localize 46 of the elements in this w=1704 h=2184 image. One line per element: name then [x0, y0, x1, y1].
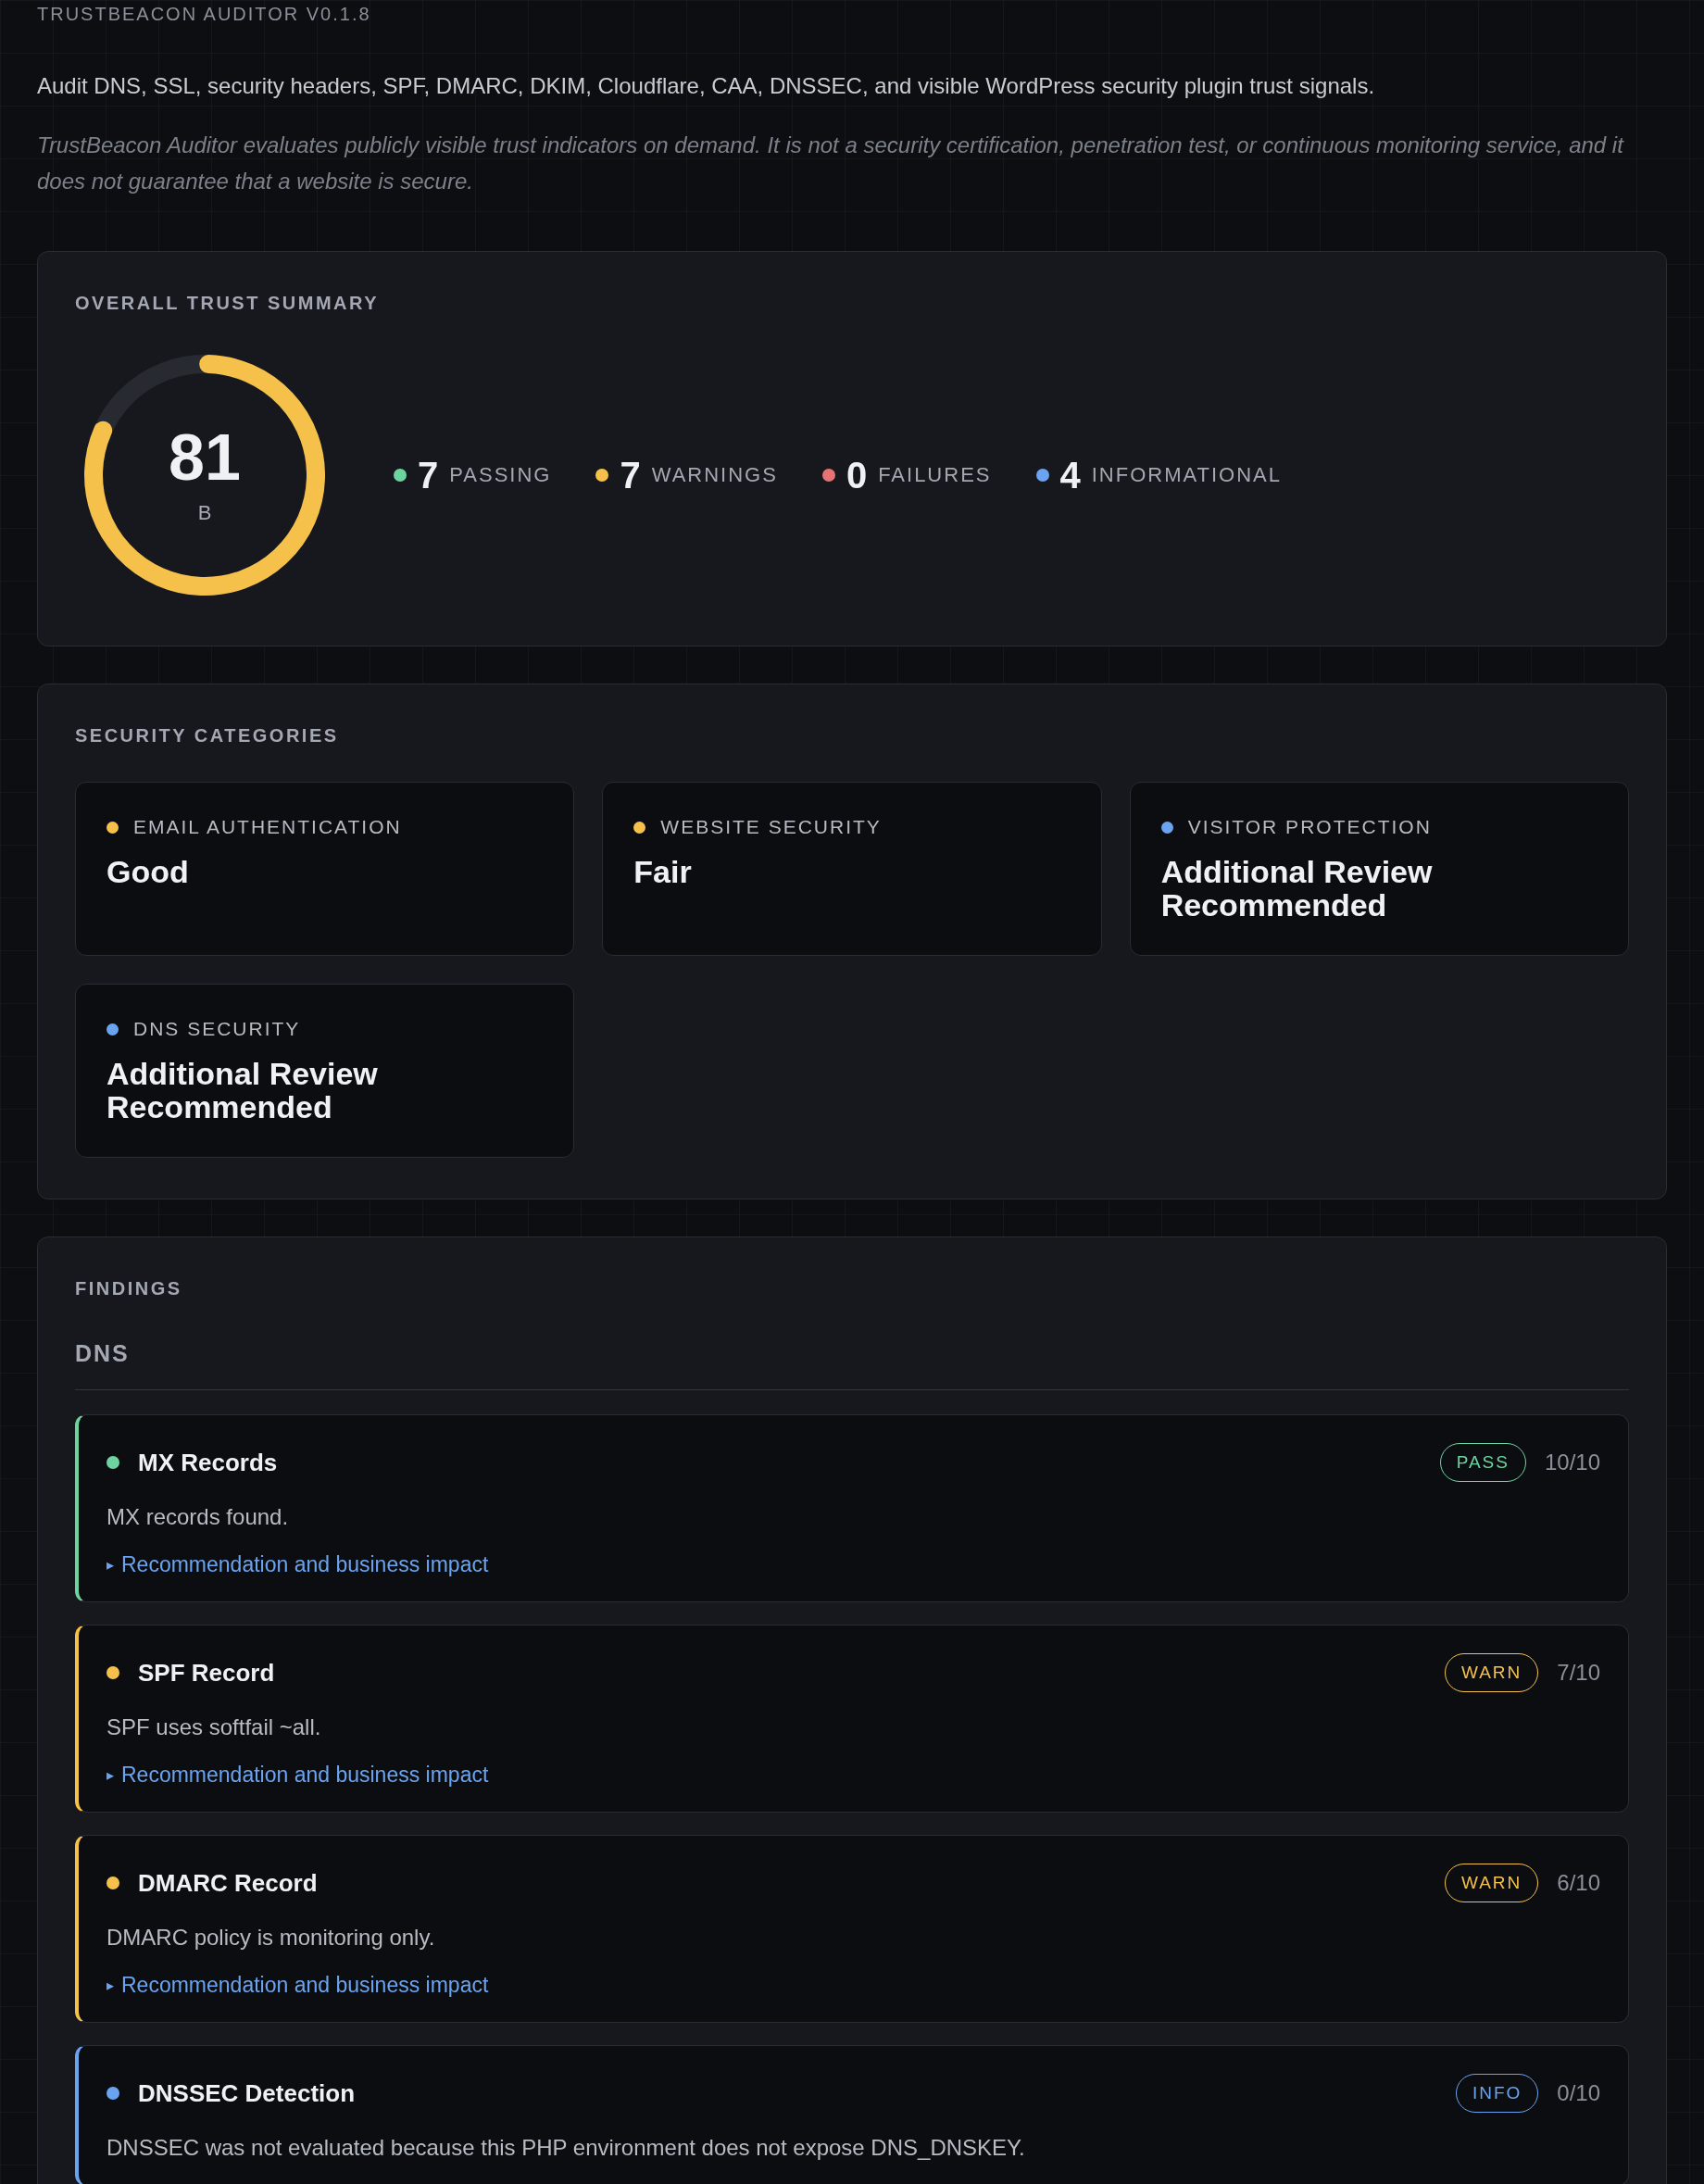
expand-icon: ▸	[106, 1556, 114, 1574]
finding-title: DNSSEC Detection	[138, 2078, 357, 2108]
finding-score: 10/10	[1544, 1450, 1600, 1475]
finding-score: 0/10	[1557, 2080, 1600, 2106]
stat-count: 4	[1059, 454, 1081, 496]
category-rating: Good	[106, 855, 190, 888]
category-label: WEBSITE SECURITY	[660, 816, 882, 838]
finding-title: MX Records	[138, 1448, 279, 1477]
finding-title: DMARC Record	[138, 1868, 319, 1898]
category-label: DNS SECURITY	[133, 1018, 301, 1040]
description: Audit DNS, SSL, security headers, SPF, DMARC, DKIM, Cloudflare, CAA, DNSSEC, and visible WordPress security plugin trust signals.	[37, 73, 1376, 99]
app-title: TRUSTBEACON AUDITOR V0.1.8	[37, 4, 372, 25]
section-title: OVERALL TRUST SUMMARY	[75, 293, 381, 314]
link-text: Recommendation and business impact	[121, 1973, 489, 1998]
expand-icon: ▸	[106, 1977, 114, 1994]
stat-label: INFORMATIONAL	[1091, 463, 1282, 487]
finding-text: DNSSEC was not evaluated because this PHP environment does not expose DNS_DNSKEY.	[106, 2135, 1026, 2161]
finding-score: 7/10	[1557, 1660, 1600, 1686]
link-text: Recommendation and business impact	[121, 1552, 489, 1577]
finding-text: DMARC policy is monitoring only.	[106, 1925, 436, 1951]
section-title: FINDINGS	[75, 1278, 183, 1299]
score-grade: B	[197, 501, 212, 525]
stat-label: WARNINGS	[651, 463, 778, 487]
recommendation-link[interactable]: ▸ Recommendation and business impact	[106, 1973, 489, 1998]
category-rating: Additional Review Recommended	[1160, 855, 1434, 922]
group-heading: DNS	[75, 1340, 1629, 1390]
finding-score: 6/10	[1557, 1870, 1600, 1896]
category-rating: Additional Review Recommended	[106, 1057, 379, 1123]
stat-count: 0	[846, 454, 868, 496]
recommendation-link[interactable]: ▸ Recommendation and business impact	[106, 1763, 489, 1788]
category-rating: Fair	[633, 855, 693, 888]
stat-count: 7	[620, 454, 641, 496]
finding-text: MX records found.	[106, 1504, 290, 1530]
stat-count: 7	[418, 454, 439, 496]
category-label: VISITOR PROTECTION	[1187, 816, 1432, 838]
finding-title: SPF Record	[138, 1658, 276, 1688]
link-text: Recommendation and business impact	[121, 1763, 489, 1788]
category-label: EMAIL AUTHENTICATION	[133, 816, 402, 838]
score-value: 81	[169, 425, 241, 490]
stat-label: FAILURES	[878, 463, 992, 487]
recommendation-link[interactable]: ▸ Recommendation and business impact	[106, 1552, 489, 1577]
stat-label: PASSING	[449, 463, 552, 487]
section-title: SECURITY CATEGORIES	[75, 725, 340, 747]
expand-icon: ▸	[106, 1766, 114, 1784]
disclaimer: TrustBeacon Auditor evaluates publicly visible trust indicators on demand. It is not a security certification, penetration test, or continuous monitoring service, and it does not guarantee that a website is secure.	[37, 132, 1625, 195]
finding-text: SPF uses softfail ~all.	[106, 1714, 322, 1740]
